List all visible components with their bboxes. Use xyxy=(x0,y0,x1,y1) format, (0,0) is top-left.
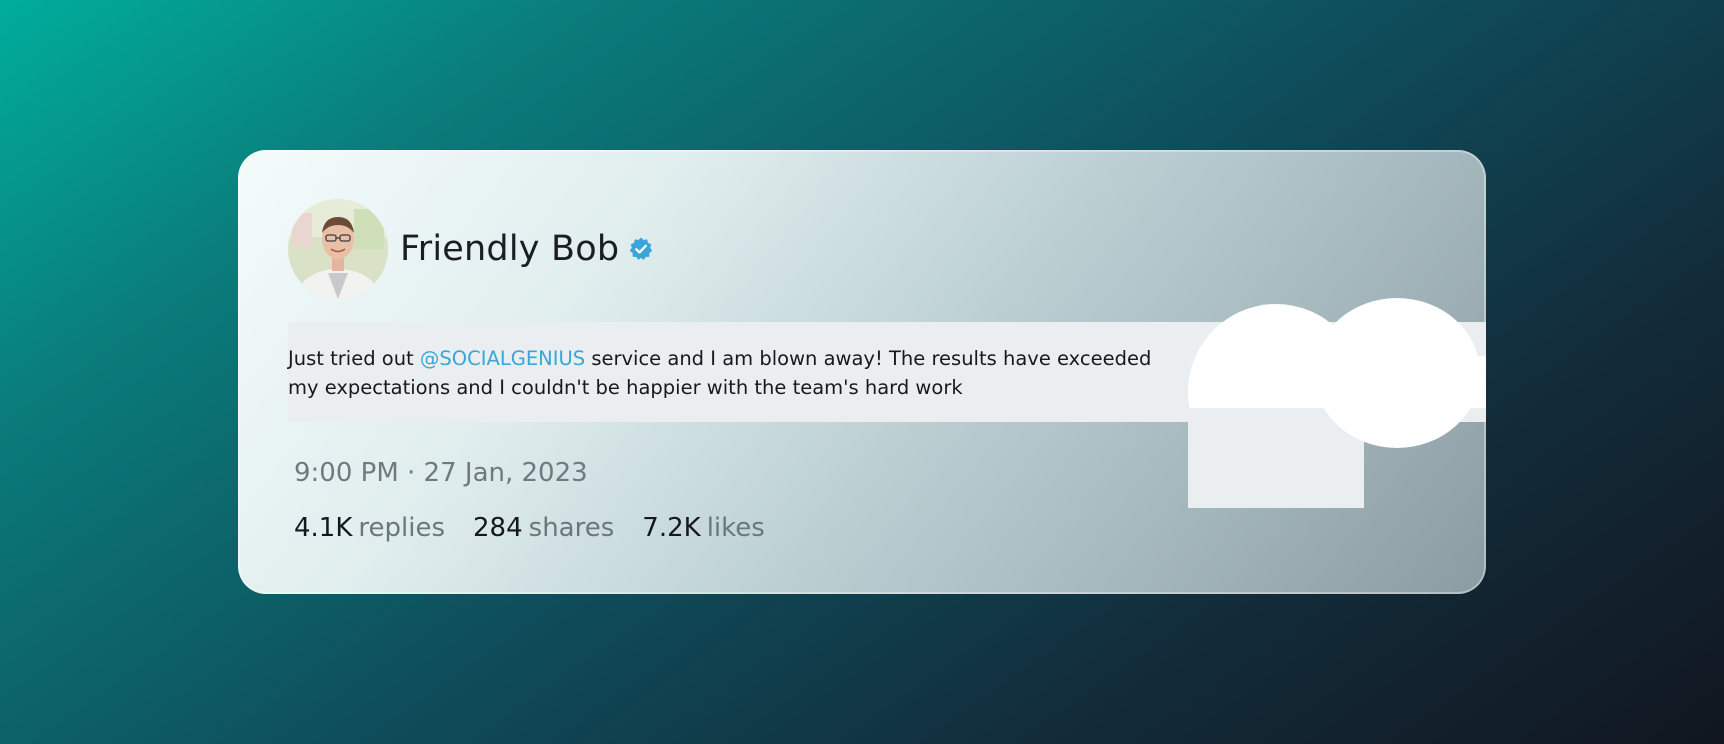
post-header: Friendly Bob xyxy=(288,199,654,299)
post-text: Just tried out @SOCIALGENIUS service and… xyxy=(288,344,1183,402)
shares-count: 284 xyxy=(473,513,523,543)
replies-stat[interactable]: 4.1K replies xyxy=(294,513,445,543)
author-name[interactable]: Friendly Bob xyxy=(400,229,619,269)
replies-label: replies xyxy=(358,513,446,543)
decorative-shape xyxy=(1314,298,1480,448)
avatar[interactable] xyxy=(288,199,388,299)
likes-count: 7.2K xyxy=(642,513,701,543)
avatar-photo xyxy=(288,199,388,299)
verified-badge-icon xyxy=(628,236,654,262)
replies-count: 4.1K xyxy=(294,513,353,543)
mention-link[interactable]: @SOCIALGENIUS xyxy=(420,347,585,370)
likes-stat[interactable]: 7.2K likes xyxy=(642,513,765,543)
engagement-stats: 4.1K replies 284 shares 7.2K likes xyxy=(294,513,793,543)
post-card: Friendly Bob Just tried out @SOCIALGENIU… xyxy=(238,150,1486,594)
likes-label: likes xyxy=(706,513,765,543)
shares-stat[interactable]: 284 shares xyxy=(473,513,614,543)
post-timestamp[interactable]: 9:00 PM · 27 Jan, 2023 xyxy=(294,458,588,488)
post-text-start: Just tried out xyxy=(288,347,420,370)
shares-label: shares xyxy=(528,513,615,543)
